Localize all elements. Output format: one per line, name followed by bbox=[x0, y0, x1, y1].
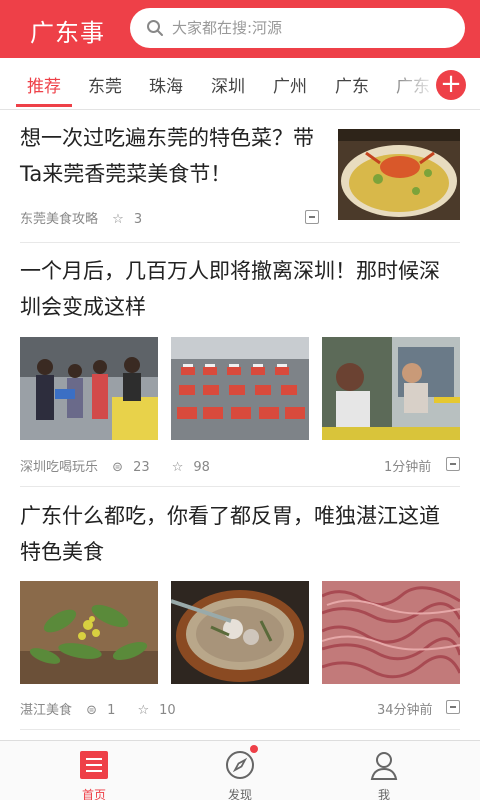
article-source: 深圳吃喝玩乐 bbox=[20, 460, 99, 475]
article-title[interactable]: 想一次过吃遍东莞的特色菜？带Ta来莞香莞菜美食节！ bbox=[20, 120, 320, 192]
divider bbox=[20, 242, 460, 243]
soup-pot-image bbox=[171, 581, 309, 684]
app-title: 广东事 bbox=[30, 19, 105, 47]
dismiss-button[interactable] bbox=[305, 210, 319, 224]
nav-home[interactable]: 首页 bbox=[44, 741, 144, 800]
bottom-nav: 首页 发现 我 bbox=[0, 740, 480, 800]
active-tab-indicator bbox=[16, 104, 72, 107]
article-meta: 湛江美食 ⊜ 1 ☆ 10 bbox=[20, 699, 186, 718]
article-source: 湛江美食 bbox=[20, 703, 73, 718]
tab-zhuhai[interactable]: 珠海 bbox=[149, 72, 183, 97]
search-box[interactable] bbox=[130, 8, 465, 48]
notification-dot bbox=[250, 745, 258, 753]
like-count: 3 bbox=[133, 212, 143, 227]
like-icon: ☆ bbox=[137, 703, 150, 718]
channel-tab-bar: 推荐 东莞 珠海 深圳 广州 广东 广东 bbox=[0, 58, 480, 110]
tab-dongguan[interactable]: 东莞 bbox=[88, 72, 122, 97]
article-card[interactable]: 想一次过吃遍东莞的特色菜？带Ta来莞香莞菜美食节！ bbox=[20, 120, 320, 192]
user-icon bbox=[370, 752, 398, 780]
nav-discover[interactable]: 发现 bbox=[190, 741, 290, 800]
article-meta: 东莞美食攻略 ☆ 3 bbox=[20, 208, 152, 227]
article-meta: 深圳吃喝玩乐 ⊜ 23 ☆ 98 bbox=[20, 456, 220, 475]
nav-me[interactable]: 我 bbox=[334, 741, 434, 800]
nav-label: 发现 bbox=[227, 788, 252, 800]
like-count: 10 bbox=[159, 703, 176, 718]
like-count: 98 bbox=[193, 460, 210, 475]
tab-recommend[interactable]: 推荐 bbox=[27, 72, 61, 97]
comment-count: 1 bbox=[107, 703, 116, 718]
tab-guangdong[interactable]: 广东 bbox=[335, 72, 369, 97]
like-icon: ☆ bbox=[112, 212, 124, 227]
home-list-icon bbox=[80, 751, 108, 779]
crab-dish-image bbox=[338, 129, 460, 220]
article-title[interactable]: 一个月后，几百万人即将撤离深圳！那时候深圳会变成这样 bbox=[20, 253, 460, 325]
bus-crowd-image bbox=[322, 337, 460, 440]
compass-icon bbox=[226, 751, 254, 779]
green-herb-image bbox=[20, 581, 158, 684]
dismiss-button[interactable] bbox=[446, 700, 460, 714]
comment-icon: ⊜ bbox=[112, 460, 124, 475]
add-channel-button[interactable]: + bbox=[436, 70, 466, 100]
dismiss-button[interactable] bbox=[446, 457, 460, 471]
top-bar: 广东事 bbox=[0, 0, 480, 58]
taxi-queue-image bbox=[171, 337, 309, 440]
divider bbox=[20, 486, 460, 487]
article-card[interactable]: 广东什么都吃，你看了都反胃，唯独湛江这道特色美食 bbox=[20, 498, 460, 570]
tab-fade bbox=[370, 58, 440, 109]
article-time: 34分钟前 bbox=[377, 703, 433, 718]
crowd-street-image bbox=[20, 337, 158, 440]
article-card[interactable]: 一个月后，几百万人即将撤离深圳！那时候深圳会变成这样 bbox=[20, 253, 460, 325]
nav-label: 首页 bbox=[81, 788, 106, 800]
article-source: 东莞美食攻略 bbox=[20, 212, 99, 227]
search-icon bbox=[147, 20, 163, 36]
comment-icon: ⊜ bbox=[86, 703, 98, 718]
divider bbox=[20, 729, 460, 730]
like-icon: ☆ bbox=[171, 460, 184, 475]
comment-count: 23 bbox=[133, 460, 150, 475]
tab-guangzhou[interactable]: 广州 bbox=[273, 72, 307, 97]
tab-shenzhen[interactable]: 深圳 bbox=[211, 72, 245, 97]
search-input[interactable] bbox=[172, 8, 452, 48]
article-title[interactable]: 广东什么都吃，你看了都反胃，唯独湛江这道特色美食 bbox=[20, 498, 460, 570]
worm-dish-image bbox=[322, 581, 460, 684]
nav-label: 我 bbox=[377, 788, 390, 800]
article-time: 1分钟前 bbox=[384, 460, 432, 475]
